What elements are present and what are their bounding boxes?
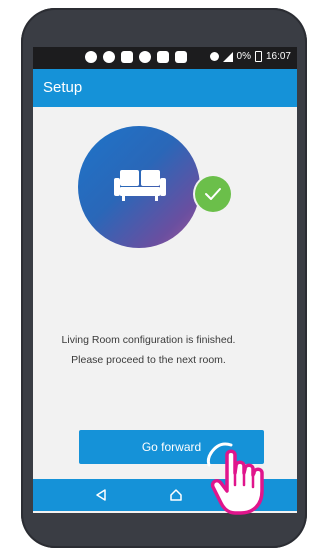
battery-icon: [254, 51, 262, 62]
completion-message: Living Room configuration is finished. P…: [0, 330, 297, 370]
home-icon[interactable]: [169, 488, 183, 502]
app-bar: Setup: [33, 69, 297, 107]
check-badge: [195, 176, 231, 212]
app-icon: [103, 51, 115, 63]
page-title: Setup: [43, 79, 83, 96]
file-icon: [121, 51, 133, 63]
alarm-icon: [209, 52, 219, 61]
photo-icon: [139, 51, 151, 63]
f-icon: [175, 51, 187, 63]
f-icon: [157, 51, 169, 63]
room-illustration: [78, 126, 200, 248]
clock: 16:07: [265, 51, 291, 62]
back-icon[interactable]: [95, 489, 107, 501]
battery-percent: 0%: [236, 51, 251, 62]
tap-hand-icon: [206, 442, 264, 515]
check-icon: [205, 188, 221, 200]
sofa-icon: [114, 170, 166, 201]
message-icon: [85, 51, 97, 63]
message-line-2: Please proceed to the next room.: [71, 354, 226, 366]
status-bar: 0% 16:07: [33, 47, 297, 69]
message-line-1: Living Room configuration is finished.: [61, 334, 236, 346]
signal-icon: [222, 51, 233, 62]
